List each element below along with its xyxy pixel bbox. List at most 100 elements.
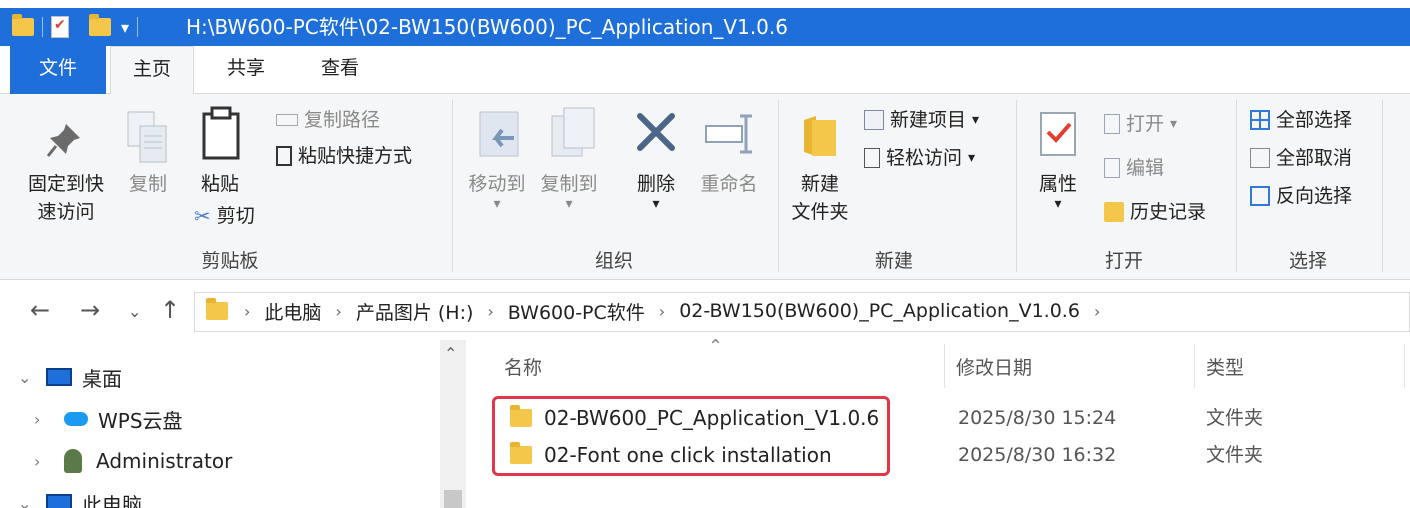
back-arrow-icon[interactable]: ←	[30, 296, 50, 324]
column-header-modified[interactable]: 修改日期	[956, 348, 1032, 388]
cut-button[interactable]: ✂ 剪切	[194, 202, 255, 230]
file-type: 文件夹	[1206, 444, 1264, 466]
expander-icon[interactable]: ⌄	[18, 368, 46, 387]
group-separator	[1236, 100, 1237, 272]
chevron-right-icon[interactable]: ›	[244, 302, 250, 321]
paste-shortcut-button[interactable]: 粘贴快捷方式	[276, 142, 412, 170]
select-none-button[interactable]: 全部取消	[1250, 144, 1352, 172]
ribbon-tabs: 文件 主页 共享 查看	[0, 46, 1410, 95]
tab-file[interactable]: 文件	[10, 46, 106, 94]
navigation-pane: ⌄ 桌面 › WPS云盘 › Administrator ⌄ 此电脑	[0, 340, 470, 508]
new-folder-icon[interactable]	[89, 14, 111, 36]
new-item-dropdown-icon: ▾	[972, 112, 980, 128]
forward-arrow-icon[interactable]: →	[80, 296, 100, 324]
paste-button[interactable]: 粘贴	[192, 170, 248, 198]
open-dropdown-icon: ▾	[1170, 116, 1178, 132]
expander-icon[interactable]: ⌄	[18, 494, 46, 508]
easy-access-label: 轻松访问	[886, 147, 963, 169]
separator	[42, 17, 43, 37]
open-button[interactable]: 打开 ▾	[1104, 110, 1177, 138]
new-folder-label-line1: 新建	[800, 173, 839, 195]
column-separator[interactable]	[1404, 344, 1405, 388]
nav-item-label: WPS云盘	[98, 408, 183, 433]
select-group-label: 选择	[1288, 250, 1327, 272]
column-header-name[interactable]: 名称	[504, 348, 542, 388]
quick-access-toolbar: ▾	[12, 8, 146, 46]
expander-icon[interactable]: ›	[18, 410, 64, 429]
copy-path-button[interactable]: 复制路径	[276, 106, 380, 134]
crumb-this-pc[interactable]: 此电脑	[264, 298, 321, 325]
nav-item-wps-cloud[interactable]: › WPS云盘	[18, 402, 183, 436]
breadcrumb: › 此电脑 › 产品图片 (H:) › BW600-PC软件 › 02-BW15…	[206, 296, 1114, 326]
select-all-icon	[1250, 110, 1270, 130]
recent-locations-chevron-icon[interactable]: ⌄	[128, 302, 141, 321]
pin-to-quick-access-button[interactable]: 固定到快 速访问	[18, 170, 114, 226]
new-folder-button[interactable]: 新建 文件夹	[784, 170, 856, 226]
crumb-folder[interactable]: BW600-PC软件	[508, 298, 645, 325]
new-folder-icon	[804, 116, 836, 156]
open-group-label: 打开	[1104, 250, 1143, 272]
invert-selection-button[interactable]: 反向选择	[1250, 182, 1352, 210]
rename-button[interactable]: 重命名	[694, 170, 764, 198]
chevron-right-icon[interactable]: ›	[487, 302, 493, 321]
scroll-thumb[interactable]	[444, 490, 462, 508]
easy-access-button[interactable]: 轻松访问 ▾	[864, 144, 975, 172]
move-to-dropdown-icon[interactable]: ▾	[462, 190, 532, 218]
copy-icon	[127, 111, 167, 163]
up-arrow-icon[interactable]: ↑	[160, 296, 180, 324]
move-to-icon	[479, 111, 519, 157]
file-modified: 2025/8/30 15:24	[958, 407, 1117, 429]
new-item-button[interactable]: 新建项目 ▾	[864, 106, 979, 134]
tab-view[interactable]: 查看	[300, 46, 380, 94]
edit-button[interactable]: 编辑	[1104, 154, 1164, 182]
select-all-button[interactable]: 全部选择	[1250, 106, 1352, 134]
delete-dropdown-icon[interactable]: ▾	[628, 190, 684, 218]
pin-label-line1: 固定到快	[27, 173, 104, 195]
properties-icon	[1040, 112, 1076, 156]
crumb-current[interactable]: 02-BW150(BW600)_PC_Application_V1.0.6	[679, 300, 1080, 322]
tab-home[interactable]: 主页	[110, 46, 194, 95]
expander-icon[interactable]: ›	[18, 452, 64, 471]
window-title: H:\BW600-PC软件\02-BW150(BW600)_PC_Applica…	[186, 15, 788, 39]
new-item-icon	[864, 110, 884, 130]
nav-item-this-pc[interactable]: ⌄ 此电脑	[18, 486, 142, 508]
cloud-icon	[64, 412, 88, 426]
column-header-type[interactable]: 类型	[1206, 348, 1244, 388]
clipboard-group-label: 剪贴板	[201, 250, 259, 272]
chevron-right-icon[interactable]: ›	[659, 302, 665, 321]
nav-scrollbar[interactable]: ⌃	[440, 340, 466, 508]
invert-selection-icon	[1250, 186, 1270, 206]
properties-icon[interactable]	[51, 16, 69, 38]
select-all-label: 全部选择	[1276, 109, 1353, 131]
history-button[interactable]: 历史记录	[1104, 198, 1206, 226]
delete-icon	[637, 113, 675, 151]
crumb-drive[interactable]: 产品图片 (H:)	[356, 298, 474, 325]
customize-dropdown-icon[interactable]: ▾	[121, 18, 129, 37]
file-type: 文件夹	[1206, 407, 1264, 429]
edit-label: 编辑	[1126, 157, 1165, 179]
scroll-up-icon[interactable]: ⌃	[444, 344, 457, 363]
cut-label: 剪切	[216, 205, 255, 227]
column-separator[interactable]	[944, 344, 945, 388]
properties-dropdown-icon[interactable]: ▾	[1030, 190, 1086, 218]
nav-item-administrator[interactable]: › Administrator	[18, 444, 232, 478]
computer-icon	[46, 494, 72, 508]
nav-item-desktop[interactable]: ⌄ 桌面	[18, 360, 122, 394]
history-icon	[1104, 202, 1124, 222]
title-bar: ▾ H:\BW600-PC软件\02-BW150(BW600)_PC_Appli…	[0, 0, 1410, 46]
nav-item-label: Administrator	[96, 449, 233, 473]
group-separator	[1382, 100, 1383, 272]
folder-icon	[206, 298, 228, 320]
copy-button[interactable]: 复制	[120, 170, 176, 198]
folder-icon[interactable]	[12, 14, 34, 36]
chevron-right-icon[interactable]: ›	[1094, 302, 1100, 321]
ribbon: 固定到快 速访问 复制 粘贴 复制路径 粘贴快捷方式 ✂ 剪切 剪贴板 移动到 …	[0, 94, 1410, 280]
group-separator	[1016, 100, 1017, 272]
tab-share[interactable]: 共享	[206, 46, 286, 94]
separator	[137, 17, 139, 37]
chevron-right-icon[interactable]: ›	[335, 302, 341, 321]
column-separator[interactable]	[1194, 344, 1195, 388]
user-icon	[64, 449, 82, 473]
copy-to-dropdown-icon[interactable]: ▾	[534, 190, 604, 218]
